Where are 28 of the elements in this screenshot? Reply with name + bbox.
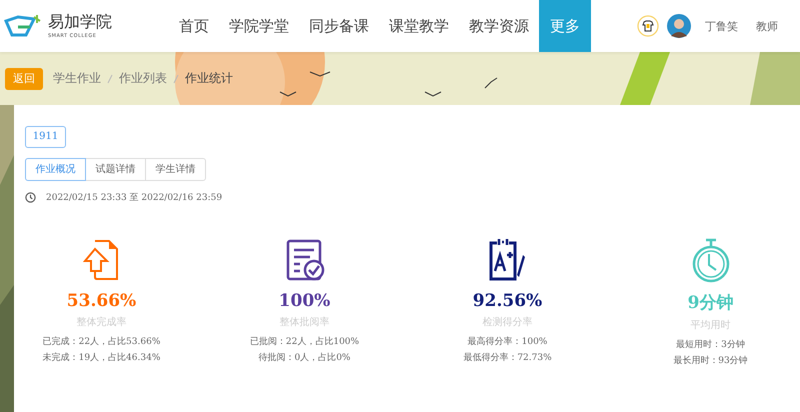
stat-detail: 已完成：22人，占比53.66% [42, 336, 160, 348]
tab[interactable]: 作业概况 [25, 158, 86, 180]
stat-detail: 未完成：19人，占比46.34% [42, 352, 160, 364]
nav-item[interactable]: 课堂教学 [379, 0, 459, 52]
nav-item[interactable]: 同步备课 [299, 0, 379, 52]
time-range: 2022/02/15 23:33 至 2022/02/16 23:59 [46, 192, 222, 204]
stat-value: 92.56% [472, 290, 542, 310]
stat-detail: 已批阅：22人，占比100% [250, 336, 360, 348]
user-role: 教师 [756, 18, 778, 34]
nav-item[interactable]: 首页 [169, 0, 219, 52]
avatar [667, 14, 691, 38]
tab[interactable]: 试题详情 [85, 158, 146, 180]
shirt-icon [637, 15, 659, 37]
stat-detail: 待批阅：0人，占比0% [258, 352, 350, 364]
nav-item[interactable]: 教学资源 [459, 0, 539, 52]
logo-name: 易加学院 [48, 12, 112, 32]
stat-detail: 最长用时：93分钟 [673, 354, 748, 368]
stat-detail: 最低得分率：72.73% [463, 352, 552, 364]
stat-value: 9分钟 [688, 292, 734, 314]
stat-value: 53.66% [66, 290, 136, 310]
tab[interactable]: 学生详情 [145, 158, 206, 180]
nav-item[interactable]: 学院学堂 [219, 0, 299, 52]
stat-detail: 最高得分率：100% [468, 336, 548, 348]
stat-detail: 最短用时：3分钟 [676, 338, 745, 352]
clock-icon [25, 192, 36, 202]
user-name: 丁鲁笑 [705, 18, 738, 34]
stat-value: 100% [278, 290, 330, 310]
class-tag[interactable]: 1911 [25, 126, 66, 148]
